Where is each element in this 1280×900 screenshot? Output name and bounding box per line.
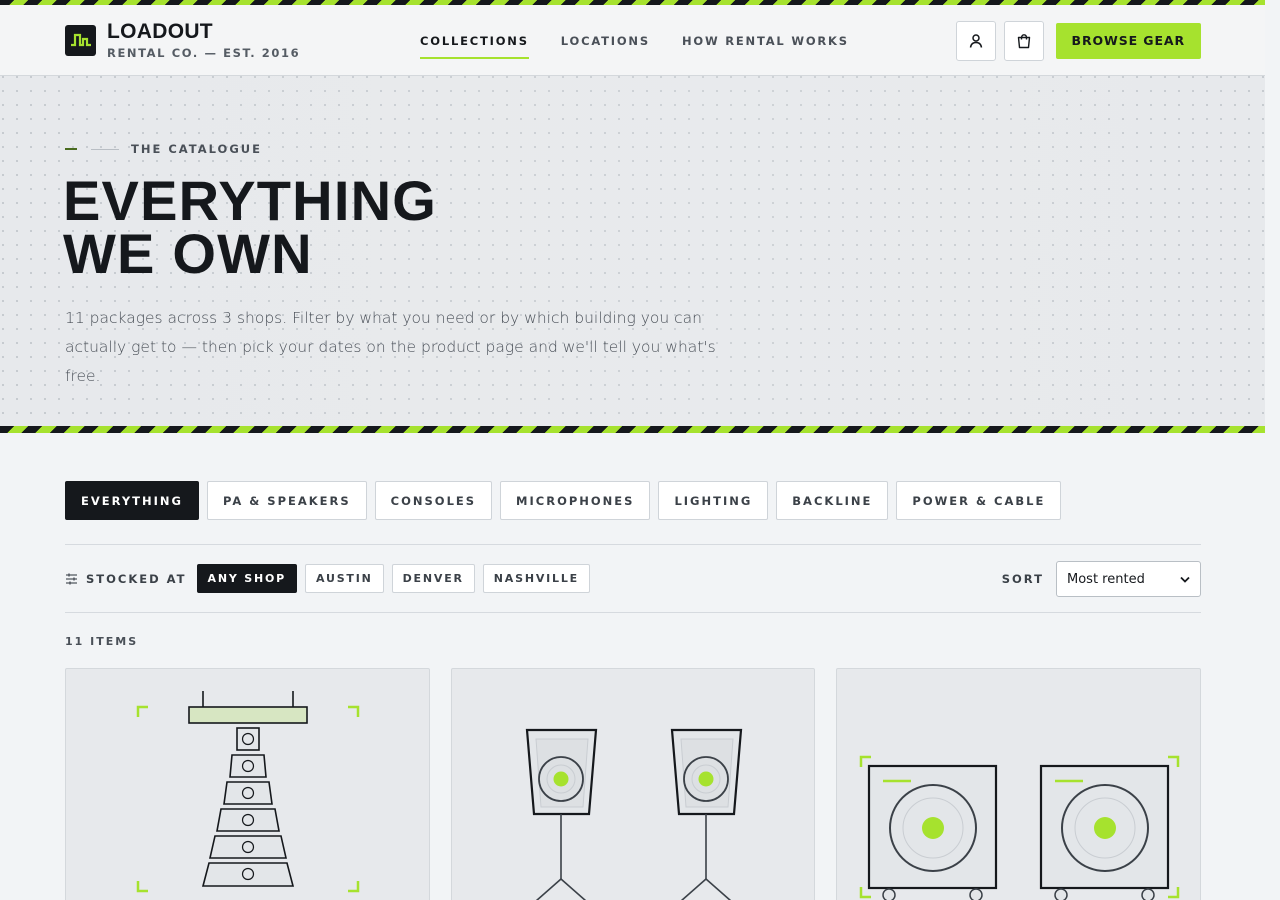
browse-gear-button[interactable]: BROWSE GEAR (1055, 22, 1201, 59)
sliders-icon (66, 573, 77, 584)
shop-denver[interactable]: DENVER (391, 564, 475, 593)
hero-eyebrow: THE CATALOGUE (65, 142, 262, 156)
sort-control: SORT Most rented (1002, 545, 1201, 613)
account-button[interactable] (955, 20, 996, 61)
main-nav: COLLECTIONS LOCATIONS HOW RENTAL WORKS (420, 5, 849, 76)
subwoofers-icon (860, 755, 1180, 900)
hero: THE CATALOGUE EVERYTHING WE OWN 11 packa… (0, 76, 1265, 426)
category-power-cable[interactable]: POWER & CABLE (896, 481, 1062, 520)
stocked-at-label: STOCKED AT (65, 572, 187, 586)
product-grid (65, 668, 1202, 900)
category-consoles[interactable]: CONSOLES (374, 481, 493, 520)
brand[interactable]: LOADOUT RENTAL CO. — EST. 2016 (65, 19, 385, 60)
brand-tagline: RENTAL CO. — EST. 2016 (107, 45, 301, 60)
nav-locations[interactable]: LOCATIONS (561, 28, 650, 54)
page-title: EVERYTHING WE OWN (63, 169, 437, 285)
category-tabs: EVERYTHING PA & SPEAKERS CONSOLES MICROP… (65, 481, 1201, 520)
category-lighting[interactable]: LIGHTING (658, 481, 769, 520)
sort-select[interactable]: Most rented (1056, 561, 1201, 597)
eyebrow-text: THE CATALOGUE (131, 142, 262, 156)
category-backline[interactable]: BACKLINE (776, 481, 889, 520)
catalogue: EVERYTHING PA & SPEAKERS CONSOLES MICROP… (0, 481, 1265, 900)
shopping-bag-icon (1017, 33, 1030, 48)
category-everything[interactable]: EVERYTHING (65, 481, 199, 520)
header-actions: BROWSE GEAR (955, 5, 1201, 76)
speakers-on-stands-icon (525, 728, 742, 900)
chevron-down-icon (1180, 576, 1190, 583)
location-filter-bar: STOCKED AT ANY SHOP AUSTIN DENVER NASHVI… (65, 544, 1201, 613)
cart-button[interactable] (1003, 20, 1044, 61)
hero-hazard-stripe (0, 426, 1265, 433)
product-card[interactable] (836, 668, 1202, 900)
shop-nashville[interactable]: NASHVILLE (482, 564, 590, 593)
brand-name: LOADOUT (107, 19, 213, 43)
brand-logo-icon (65, 24, 96, 56)
user-icon (969, 33, 982, 48)
nav-how-rental-works[interactable]: HOW RENTAL WORKS (682, 28, 849, 54)
product-card[interactable] (450, 668, 816, 900)
shop-austin[interactable]: AUSTIN (304, 564, 384, 593)
category-microphones[interactable]: MICROPHONES (500, 481, 651, 520)
category-pa-speakers[interactable]: PA & SPEAKERS (206, 481, 367, 520)
sort-label: SORT (1001, 572, 1044, 586)
site-header: LOADOUT RENTAL CO. — EST. 2016 COLLECTIO… (0, 5, 1265, 76)
results-count: 11 ITEMS (65, 635, 139, 648)
hero-description: 11 packages across 3 shops. Filter by wh… (65, 309, 716, 385)
shop-any[interactable]: ANY SHOP (196, 564, 297, 593)
line-array-icon (136, 691, 360, 893)
nav-collections[interactable]: COLLECTIONS (420, 28, 529, 59)
product-card[interactable] (65, 668, 430, 900)
